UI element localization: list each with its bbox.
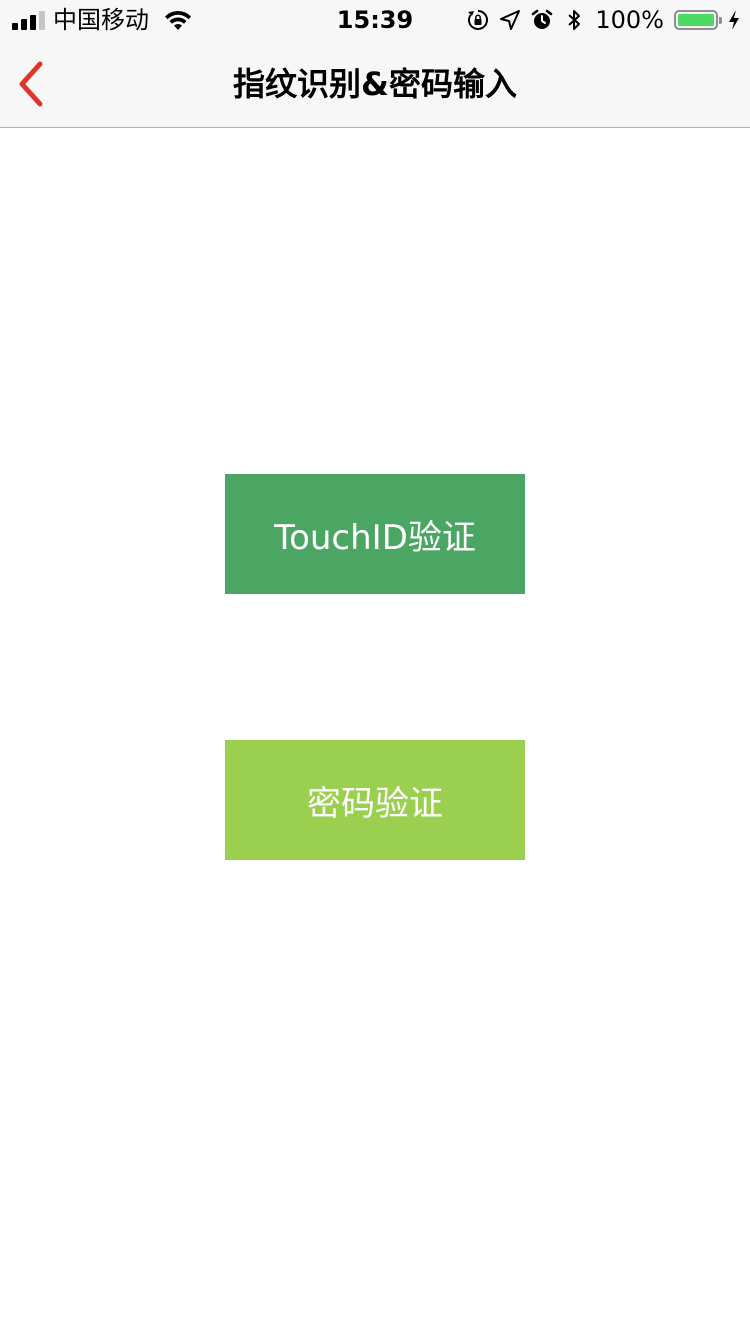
location-icon bbox=[500, 10, 521, 30]
battery-icon bbox=[674, 10, 722, 30]
rotation-lock-icon bbox=[468, 10, 489, 30]
status-bar: 中国移动 15:39 100% bbox=[0, 0, 750, 40]
battery-tip bbox=[719, 17, 722, 24]
touchid-verify-button[interactable]: TouchID验证 bbox=[225, 474, 525, 594]
page-title: 指纹识别&密码输入 bbox=[233, 65, 517, 103]
alarm-icon bbox=[532, 9, 553, 29]
charging-icon bbox=[729, 10, 739, 30]
status-bar-right: 100% bbox=[467, 6, 740, 34]
bluetooth-icon bbox=[568, 10, 581, 30]
password-verify-label: 密码验证 bbox=[307, 783, 443, 824]
battery-fill bbox=[678, 14, 714, 26]
touchid-verify-label: TouchID验证 bbox=[274, 517, 476, 558]
battery-percent: 100% bbox=[595, 6, 664, 34]
screen: 中国移动 15:39 100% 指纹识别&密码输入 TouchID验证 密码验证 bbox=[0, 0, 750, 1334]
password-verify-button[interactable]: 密码验证 bbox=[225, 740, 525, 860]
navigation-bar: 指纹识别&密码输入 bbox=[0, 40, 750, 128]
